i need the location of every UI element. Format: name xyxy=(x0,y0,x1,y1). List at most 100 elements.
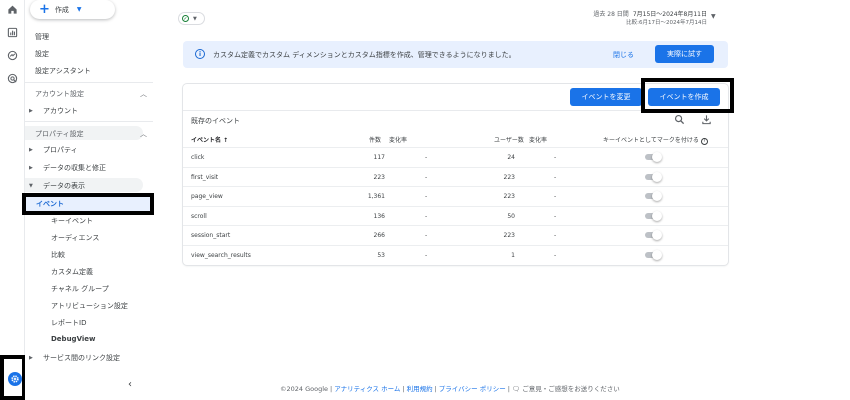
sidebar-item-channel-groups[interactable]: チャネル グループ xyxy=(51,284,109,294)
event-name: page_view xyxy=(191,193,223,200)
sidebar-item-key-events[interactable]: キーイベント xyxy=(51,216,93,226)
count-change: - xyxy=(425,193,428,200)
key-event-toggle[interactable] xyxy=(645,171,662,182)
advertising-icon[interactable] xyxy=(7,73,18,84)
key-event-toggle[interactable] xyxy=(645,249,662,260)
count-change: - xyxy=(425,251,428,259)
event-count: 53 xyxy=(377,251,385,259)
event-name: scroll xyxy=(191,212,207,220)
admin-button[interactable] xyxy=(0,355,26,400)
date-range-value: 7月15日～2024年8月11日 xyxy=(632,11,707,18)
sidebar-item-setup-assistant[interactable]: 設定アシスタント xyxy=(35,66,91,76)
info-icon: i xyxy=(195,49,205,59)
table-row: page_view 1,361 - 223 - xyxy=(183,186,728,206)
date-dropdown-icon[interactable]: ▼ xyxy=(711,13,716,20)
event-count: 117 xyxy=(373,154,385,161)
chevron-up-icon: ︿ xyxy=(140,90,147,98)
divider xyxy=(25,121,153,122)
event-count: 223 xyxy=(373,173,385,181)
footer-link-analytics-home[interactable]: アナリティクス ホーム xyxy=(334,385,400,393)
event-name: view_search_results xyxy=(191,251,251,259)
feedback-icon: 🗨 xyxy=(511,385,523,393)
user-change: - xyxy=(554,154,557,161)
download-icon[interactable] xyxy=(701,114,712,125)
table-row: click 117 - 24 - xyxy=(183,147,728,167)
date-range-picker[interactable]: 過去 28 日間 7月15日～2024年8月11日 比較:6月17日～2024年7… xyxy=(593,10,707,28)
table-row: first_visit 223 - 223 - xyxy=(183,166,728,187)
footer-link-privacy[interactable]: プライバシー ポリシー xyxy=(439,385,506,393)
gear-icon xyxy=(8,372,22,386)
section-label: プロパティ設定 xyxy=(35,130,84,138)
sidebar-item-comparisons[interactable]: 比較 xyxy=(51,250,65,260)
user-count: 223 xyxy=(503,173,515,181)
check-icon: ✓ xyxy=(182,15,189,22)
column-header-change: 変化率 xyxy=(389,137,408,144)
search-icon[interactable] xyxy=(674,114,685,125)
column-header-users[interactable]: ユーザー数 xyxy=(494,135,524,144)
user-count: 1 xyxy=(511,251,515,259)
column-header-key-event: キーイベントとしてマークを付ける? xyxy=(603,135,708,145)
user-change: - xyxy=(554,193,557,200)
sidebar-item-attribution-settings[interactable]: アトリビューション設定 xyxy=(51,301,128,311)
table-row: scroll 136 - 50 - xyxy=(183,205,728,226)
sidebar-item-product-links[interactable]: サービス間のリンク設定 xyxy=(43,353,120,363)
collapse-sidebar-icon[interactable]: ‹ xyxy=(128,379,132,390)
count-change: - xyxy=(425,232,428,239)
sidebar-item-property[interactable]: プロパティ xyxy=(43,145,78,155)
help-icon[interactable]: ? xyxy=(700,138,708,145)
dropdown-caret-icon: ▼ xyxy=(76,6,82,13)
user-change: - xyxy=(554,212,557,220)
home-icon[interactable] xyxy=(7,4,18,15)
create-label: 作成 xyxy=(54,5,69,14)
try-it-button[interactable]: 実際に試す xyxy=(655,45,714,63)
sidebar-item-debugview[interactable]: DebugView xyxy=(51,335,95,343)
column-header-event-name[interactable]: イベント名 ↑ xyxy=(191,135,228,144)
user-count: 223 xyxy=(503,193,515,200)
expand-arrow-icon: ▶ xyxy=(29,108,33,114)
user-change: - xyxy=(554,173,557,181)
sidebar-item-events[interactable]: イベント xyxy=(22,193,154,215)
sidebar-item-data-display[interactable]: データの表示 xyxy=(43,181,85,191)
info-banner: i カスタム定義でカスタム ディメンションとカスタム指標を作成、管理できるように… xyxy=(183,41,728,68)
user-count: 50 xyxy=(507,212,515,220)
event-name: session_start xyxy=(191,232,231,239)
account-settings-section[interactable]: アカウント設定 ︿ xyxy=(35,89,153,99)
collapse-arrow-icon: ▼ xyxy=(29,183,33,189)
column-header-count[interactable]: 件数 xyxy=(369,135,381,144)
modify-event-button[interactable]: イベントを変更 xyxy=(570,88,642,106)
chevron-up-icon: ︿ xyxy=(140,130,147,138)
sidebar-item-audiences[interactable]: オーディエンス xyxy=(51,233,99,243)
user-count: 24 xyxy=(507,154,515,161)
key-event-toggle[interactable] xyxy=(645,191,662,201)
event-count: 266 xyxy=(373,232,385,239)
close-banner-button[interactable]: 閉じる xyxy=(613,50,634,60)
sidebar-item-account[interactable]: アカウント xyxy=(43,106,78,116)
date-range-label: 過去 28 日間 xyxy=(593,11,629,18)
copyright: ©2024 Google xyxy=(280,385,329,393)
reports-icon[interactable] xyxy=(7,27,18,38)
event-name: first_visit xyxy=(191,173,219,181)
compare-range: 比較:6月17日～2024年7月14日 xyxy=(626,20,707,26)
key-event-toggle[interactable] xyxy=(645,230,662,240)
sidebar-item-report-id[interactable]: レポートID xyxy=(51,318,86,328)
sidebar-item-custom-definitions[interactable]: カスタム定義 xyxy=(51,267,93,277)
user-count: 223 xyxy=(503,232,515,239)
sidebar-item-label: イベント xyxy=(36,200,64,208)
explore-icon[interactable] xyxy=(7,50,18,61)
footer-link-terms[interactable]: 利用規約 xyxy=(407,385,433,393)
create-button[interactable]: + 作成 ▼ xyxy=(30,0,115,19)
key-event-label: キーイベントとしてマークを付ける xyxy=(603,137,699,144)
divider xyxy=(25,82,153,83)
sidebar-item-settings[interactable]: 設定 xyxy=(35,49,49,59)
sidebar-item-admin[interactable]: 管理 xyxy=(35,32,49,42)
section-label: アカウント設定 xyxy=(35,90,84,98)
user-change: - xyxy=(554,251,557,259)
property-settings-section[interactable]: プロパティ設定 ︿ xyxy=(35,129,153,139)
data-quality-chip[interactable]: ✓ ▼ xyxy=(178,12,205,25)
key-event-toggle[interactable] xyxy=(645,152,662,162)
key-event-toggle[interactable] xyxy=(645,210,662,221)
feedback-link[interactable]: ご意見・ご感想をお送りください xyxy=(522,385,620,393)
dropdown-caret-icon: ▼ xyxy=(193,15,197,22)
card-title: 既存のイベント xyxy=(191,117,240,125)
sidebar-item-data-collection[interactable]: データの収集と修正 xyxy=(43,163,106,173)
